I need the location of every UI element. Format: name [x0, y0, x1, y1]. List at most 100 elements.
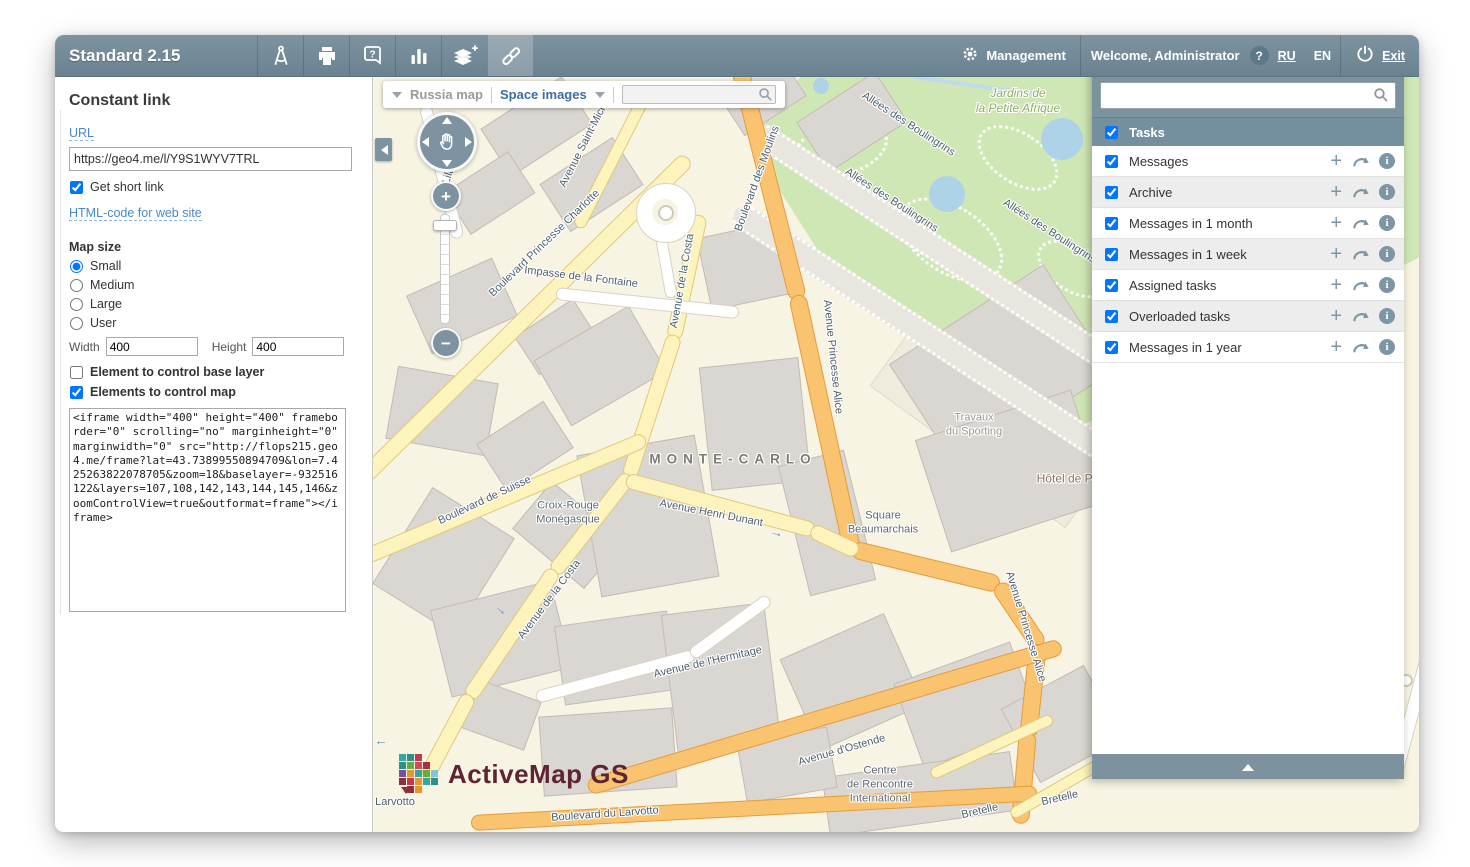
get-short-link-checkbox[interactable] — [70, 181, 83, 194]
app-title: Standard 2.15 — [55, 35, 257, 76]
map-size-radio-medium[interactable] — [70, 279, 83, 292]
building — [780, 613, 925, 751]
map-label: Centre de Rencontre International — [847, 764, 913, 805]
info-icon[interactable]: i — [1379, 339, 1395, 355]
go-to-layer-icon[interactable] — [1352, 309, 1371, 323]
width-input[interactable] — [106, 337, 198, 356]
management-button[interactable]: Management — [947, 35, 1079, 76]
info-icon[interactable]: i — [1379, 246, 1395, 262]
layer-visibility-checkbox[interactable] — [1105, 341, 1118, 354]
map-size-radio-large[interactable] — [70, 298, 83, 311]
lang-en-button[interactable]: EN — [1305, 49, 1340, 63]
zoom-out-button[interactable]: − — [431, 328, 461, 358]
add-object-icon[interactable]: + — [1330, 337, 1342, 357]
search-icon[interactable] — [758, 87, 773, 107]
info-icon[interactable]: i — [1379, 153, 1395, 169]
pan-left-icon[interactable] — [422, 137, 429, 147]
building — [373, 487, 515, 635]
control-map-row: Elements to control map — [69, 385, 358, 399]
url-input[interactable] — [69, 147, 352, 171]
map-label: Bretelle — [1040, 788, 1079, 810]
map-search-input[interactable] — [625, 86, 757, 103]
info-icon[interactable]: i — [1379, 277, 1395, 293]
pan-down-icon[interactable] — [442, 160, 452, 167]
base-layer-checkbox[interactable] — [70, 366, 83, 379]
info-icon[interactable]: i — [1379, 215, 1395, 231]
lang-ru-button[interactable]: RU — [1269, 49, 1305, 63]
map-label: Avenue Henri Dunant — [658, 497, 764, 531]
layer-visibility-checkbox[interactable] — [1105, 310, 1118, 323]
print-tool-button[interactable] — [303, 35, 349, 76]
add-object-icon[interactable]: + — [1330, 244, 1342, 264]
road — [373, 432, 649, 568]
info-icon[interactable]: i — [1379, 184, 1395, 200]
chevron-down-icon[interactable] — [595, 92, 605, 103]
search-icon[interactable] — [1373, 87, 1389, 108]
welcome-text: Welcome, Administrator — [1081, 48, 1250, 63]
layers-search-row — [1092, 75, 1404, 117]
zoom-slider-handle[interactable] — [433, 220, 457, 231]
layer-label: Messages in 1 month — [1129, 216, 1322, 231]
map-size-radio-small[interactable] — [70, 260, 83, 273]
base-layer-row: Element to control base layer — [69, 365, 358, 379]
layer-visibility-checkbox[interactable] — [1105, 155, 1118, 168]
building — [736, 726, 837, 803]
help-badge[interactable]: ? — [1250, 46, 1269, 65]
add-object-icon[interactable]: + — [1330, 151, 1342, 171]
add-object-icon[interactable]: + — [1330, 182, 1342, 202]
space-images-toggle[interactable]: Space images — [500, 87, 587, 102]
url-link[interactable]: URL — [69, 126, 94, 141]
road — [850, 540, 1002, 593]
html-code-link[interactable]: HTML-code for web site — [69, 206, 202, 221]
map-pan-control[interactable] — [417, 112, 477, 172]
panel-scrollbar[interactable] — [60, 110, 61, 615]
height-input[interactable] — [252, 337, 344, 356]
go-to-layer-icon[interactable] — [1352, 154, 1371, 168]
pan-up-icon[interactable] — [442, 117, 452, 124]
chevron-down-icon[interactable] — [392, 92, 402, 103]
map-size-radio-user[interactable] — [70, 317, 83, 330]
building — [576, 435, 719, 598]
tasks-group-checkbox[interactable] — [1105, 126, 1118, 139]
pan-right-icon[interactable] — [465, 137, 472, 147]
help-tool-button[interactable]: ? — [349, 35, 395, 76]
go-to-layer-icon[interactable] — [1352, 278, 1371, 292]
map-label: Boulevard des Moulins — [733, 124, 784, 233]
direction-arrow: → — [769, 523, 785, 541]
map-label: MONTE-CARLO — [649, 452, 816, 469]
go-to-layer-icon[interactable] — [1352, 247, 1371, 261]
add-layers-tool-button[interactable] — [441, 35, 487, 76]
go-to-layer-icon[interactable] — [1352, 216, 1371, 230]
layers-search-input[interactable] — [1105, 85, 1379, 106]
building — [385, 366, 498, 457]
collapse-list-button[interactable] — [1092, 754, 1404, 779]
layer-visibility-checkbox[interactable] — [1105, 186, 1118, 199]
layer-visibility-checkbox[interactable] — [1105, 248, 1118, 261]
base-map-toggle[interactable]: Russia map — [410, 87, 483, 102]
zoom-in-button[interactable]: + — [431, 181, 461, 211]
add-object-icon[interactable]: + — [1330, 275, 1342, 295]
collapse-panel-button[interactable] — [375, 138, 392, 161]
constant-link-tool-button[interactable] — [487, 35, 533, 76]
add-object-icon[interactable]: + — [1330, 213, 1342, 233]
control-map-checkbox[interactable] — [70, 386, 83, 399]
iframe-code-textarea[interactable] — [69, 408, 346, 612]
add-object-icon[interactable]: + — [1330, 306, 1342, 326]
construction-area — [870, 326, 1109, 528]
layer-visibility-checkbox[interactable] — [1105, 217, 1118, 230]
info-icon[interactable]: i — [1379, 308, 1395, 324]
go-to-layer-icon[interactable] — [1352, 185, 1371, 199]
layer-visibility-checkbox[interactable] — [1105, 279, 1118, 292]
panel-title: Constant link — [69, 92, 358, 110]
exit-button[interactable]: Exit — [1341, 35, 1419, 76]
zoom-slider[interactable] — [440, 214, 450, 324]
pond — [813, 78, 829, 94]
get-short-link-row: Get short link — [69, 180, 358, 194]
go-to-layer-icon[interactable] — [1352, 340, 1371, 354]
statistics-tool-button[interactable] — [395, 35, 441, 76]
layers-add-icon — [452, 44, 478, 68]
panel-empty-area — [1092, 363, 1404, 754]
road — [808, 523, 862, 559]
road — [1011, 731, 1037, 824]
measure-tool-button[interactable] — [257, 35, 303, 76]
